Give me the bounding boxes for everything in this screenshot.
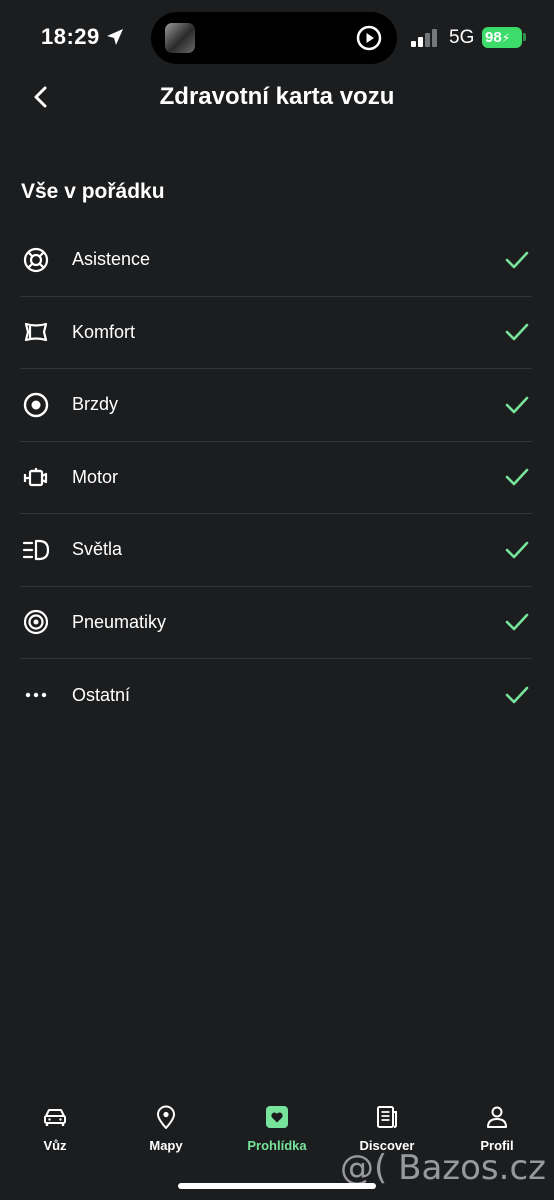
map-pin-icon bbox=[157, 1105, 175, 1129]
home-indicator[interactable] bbox=[178, 1183, 376, 1189]
battery-indicator: 98⚡ bbox=[482, 27, 522, 48]
nav-tab-vuz[interactable]: Vůz bbox=[0, 1100, 110, 1153]
list-item-label: Světla bbox=[72, 539, 123, 560]
nav-label: Vůz bbox=[43, 1138, 67, 1153]
watermark: @( Bazos.cz bbox=[340, 1148, 546, 1188]
list-item-pneumatiky[interactable]: Pneumatiky bbox=[20, 587, 532, 659]
nav-label: Prohlídka bbox=[247, 1138, 307, 1153]
list-item-asistence[interactable]: Asistence bbox=[20, 224, 532, 297]
nav-tab-discover[interactable]: Discover bbox=[332, 1100, 442, 1153]
nav-tab-mapy[interactable]: Mapy bbox=[111, 1100, 221, 1153]
brake-disc-icon bbox=[23, 392, 49, 417]
list-item-label: Pneumatiky bbox=[72, 611, 167, 632]
location-arrow-icon bbox=[107, 29, 123, 45]
list-item-motor[interactable]: Motor bbox=[20, 442, 532, 514]
list-item-komfort[interactable]: Komfort bbox=[20, 297, 532, 369]
engine-icon bbox=[23, 468, 48, 487]
check-icon bbox=[505, 541, 529, 559]
list-item-svetla[interactable]: Světla bbox=[20, 514, 532, 587]
network-type: 5G bbox=[449, 27, 475, 48]
health-list: Asistence Komfort Brzdy Motor Světla Pne… bbox=[20, 224, 532, 732]
list-item-ostatni[interactable]: Ostatní bbox=[20, 659, 532, 732]
album-art-thumbnail[interactable] bbox=[165, 23, 195, 53]
tire-icon bbox=[23, 610, 49, 635]
battery-level: 98 bbox=[485, 29, 502, 46]
back-chevron-icon[interactable] bbox=[24, 80, 58, 114]
car-icon bbox=[44, 1109, 66, 1126]
heart-card-icon bbox=[266, 1106, 288, 1128]
list-item-label: Brzdy bbox=[72, 394, 119, 415]
page-title: Zdravotní karta vozu bbox=[159, 83, 395, 110]
check-icon bbox=[505, 396, 529, 414]
lifebuoy-icon bbox=[23, 247, 49, 272]
section-title: Vše v pořádku bbox=[21, 180, 165, 203]
battery-tip bbox=[523, 33, 526, 41]
status-time: 18:29 bbox=[41, 24, 100, 49]
list-item-label: Motor bbox=[72, 466, 119, 487]
check-icon bbox=[505, 323, 529, 341]
list-item-brzdy[interactable]: Brzdy bbox=[20, 369, 532, 442]
check-icon bbox=[505, 686, 529, 704]
charging-bolt-icon: ⚡ bbox=[501, 31, 511, 45]
more-dots-icon bbox=[25, 693, 47, 698]
status-bar: 18:29 5G 98⚡ bbox=[0, 0, 554, 72]
check-icon bbox=[505, 468, 529, 486]
person-icon bbox=[487, 1106, 507, 1128]
list-item-label: Ostatní bbox=[72, 684, 131, 705]
nav-tab-prohlidka[interactable]: Prohlídka bbox=[222, 1100, 332, 1153]
check-icon bbox=[505, 613, 529, 631]
check-icon bbox=[505, 251, 529, 269]
headlight-icon bbox=[22, 539, 50, 560]
seat-icon bbox=[24, 323, 48, 342]
dynamic-island[interactable] bbox=[151, 12, 397, 64]
nav-label: Mapy bbox=[149, 1138, 183, 1153]
list-item-label: Asistence bbox=[72, 249, 151, 270]
newspaper-icon bbox=[377, 1106, 397, 1128]
nav-tab-profil[interactable]: Profil bbox=[442, 1100, 552, 1153]
play-icon[interactable] bbox=[355, 24, 383, 52]
list-item-label: Komfort bbox=[72, 321, 136, 342]
